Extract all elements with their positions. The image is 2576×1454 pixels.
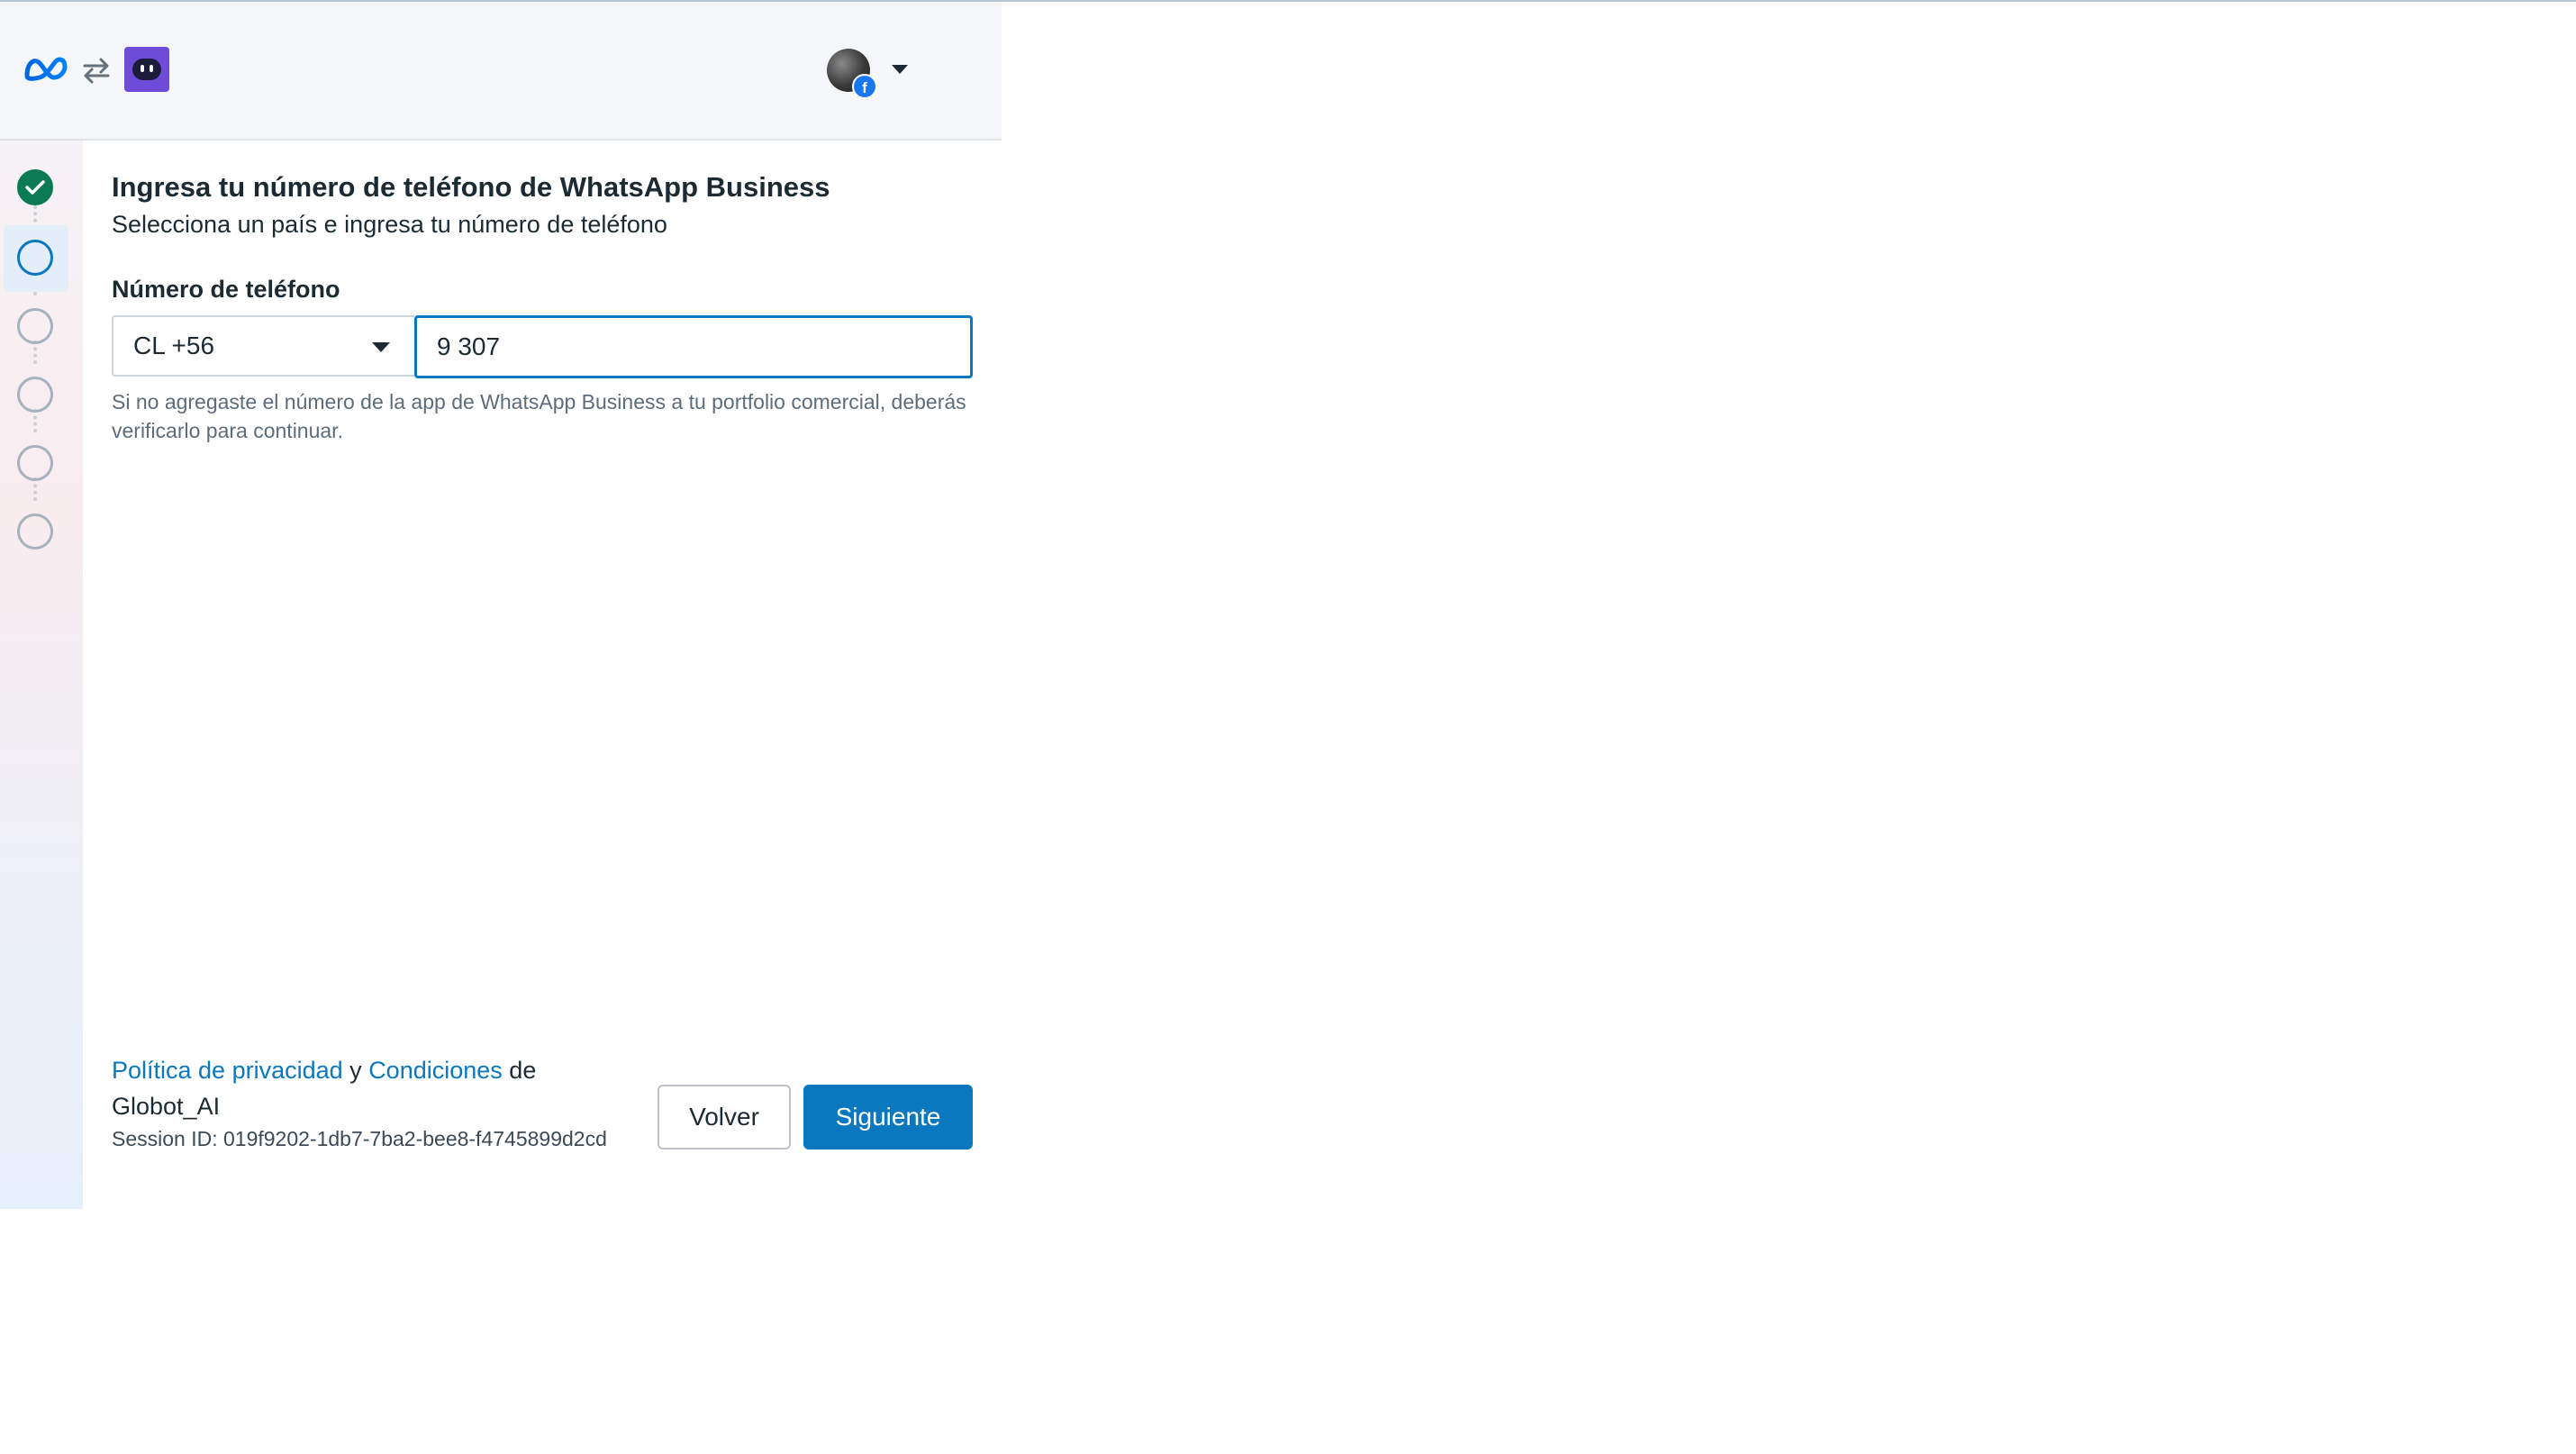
- page-subtitle: Selecciona un país e ingresa tu número d…: [112, 211, 667, 238]
- account-menu-caret-icon[interactable]: [890, 63, 910, 76]
- progress-stepper: [0, 141, 83, 1209]
- back-button[interactable]: Volver: [658, 1085, 791, 1150]
- verification-helper-text: Si no agregaste el número de la app de W…: [112, 390, 966, 442]
- step-1-completed: [17, 169, 53, 205]
- country-code-select[interactable]: CL +56: [112, 315, 414, 377]
- country-code-value: CL +56: [133, 332, 215, 359]
- step-4-pending: [17, 377, 53, 413]
- embedded-signup-panel: f Ingresa tu número de teléfono de Whats…: [0, 2, 1002, 1209]
- terms-link[interactable]: Condiciones: [368, 1057, 503, 1084]
- app-name: Globot_AI: [112, 1093, 221, 1120]
- step-2-current: [17, 240, 53, 276]
- robot-icon: [132, 59, 161, 80]
- session-id: Session ID: 019f9202-1db7-7ba2-bee8-f474…: [112, 1127, 607, 1150]
- step-3-pending: [17, 308, 53, 344]
- of-text: de: [509, 1057, 537, 1084]
- phone-number-input[interactable]: [414, 315, 973, 378]
- legal-links: Política de privacidad y Condiciones de …: [112, 1052, 616, 1124]
- privacy-policy-link[interactable]: Política de privacidad: [112, 1057, 343, 1084]
- chevron-down-icon: [372, 342, 390, 352]
- next-button[interactable]: Siguiente: [803, 1085, 973, 1150]
- swap-icon: [83, 58, 110, 84]
- app-logo: [124, 47, 169, 92]
- page-title: Ingresa tu número de teléfono de WhatsAp…: [112, 171, 830, 203]
- meta-logo: [24, 57, 68, 81]
- account-avatar[interactable]: f: [827, 49, 877, 99]
- check-icon: [25, 180, 45, 195]
- facebook-icon: f: [852, 74, 877, 99]
- header-bar: f: [0, 2, 1002, 141]
- step-5-pending: [17, 445, 53, 481]
- step-6-pending: [17, 513, 53, 550]
- phone-number-label: Número de teléfono: [112, 276, 340, 303]
- conjunction-text: y: [349, 1057, 362, 1084]
